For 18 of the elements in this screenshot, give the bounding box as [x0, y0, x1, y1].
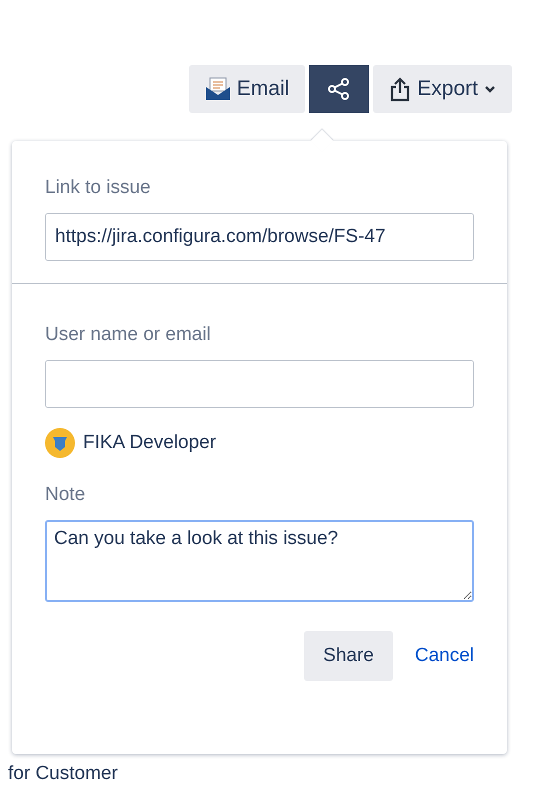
share-icon	[327, 77, 352, 101]
avatar-icon	[45, 428, 75, 458]
share-button[interactable]: Share	[304, 631, 393, 681]
note-field[interactable]: Can you take a look at this issue?	[45, 520, 474, 602]
chevron-down-icon	[484, 85, 496, 93]
user-field[interactable]	[45, 360, 474, 408]
share-button[interactable]	[309, 65, 370, 113]
cancel-link[interactable]: Cancel	[414, 645, 474, 667]
field-label: User name or email	[45, 324, 212, 346]
email-button[interactable]: Email	[188, 65, 306, 113]
recipient-name: FIKA Developer	[83, 432, 216, 454]
field-label: Link to issue	[45, 177, 152, 199]
upload-icon	[389, 76, 412, 102]
background-text: for Customer	[8, 763, 119, 785]
link-field[interactable]: https://jira.configura.com/browse/FS-47	[45, 213, 474, 261]
field-label: Note	[45, 484, 86, 506]
export-button[interactable]: Export	[373, 65, 512, 113]
envelope-icon	[204, 77, 231, 101]
